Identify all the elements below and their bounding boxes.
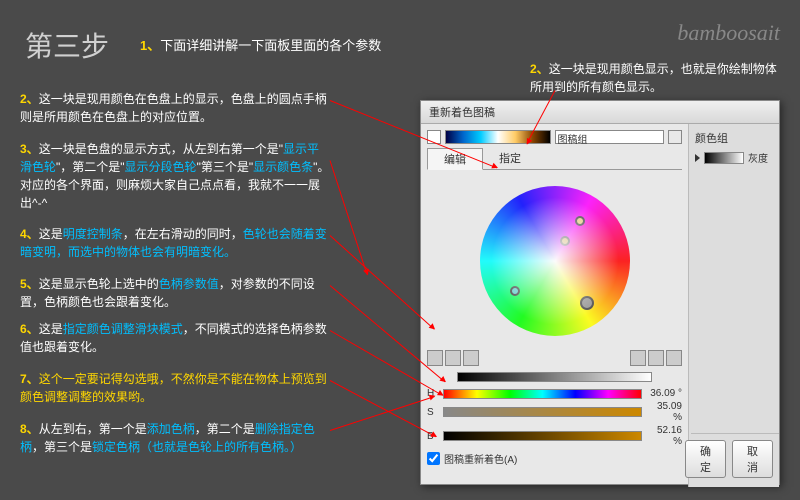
step-title: 第三步 — [25, 25, 109, 65]
preset-select[interactable]: 图稿组 — [555, 130, 665, 144]
color-handle[interactable] — [575, 216, 585, 226]
color-wheel[interactable] — [480, 186, 630, 336]
swatch-gradient — [704, 152, 744, 164]
dialog-buttons: 确定 取消 — [691, 433, 779, 484]
annotation-5: 5、这是显示色轮上选中的色柄参数值，对参数的不同设置，色柄颜色也会跟着变化。 — [20, 275, 330, 311]
lock-handle-icon[interactable] — [666, 350, 682, 366]
wheel-mode-icons — [427, 350, 682, 366]
segmented-wheel-icon[interactable] — [445, 350, 461, 366]
add-handle-icon[interactable] — [630, 350, 646, 366]
annotation-7: 7、这个一定要记得勾选哦，不然你是不能在物体上预览到颜色调整调整的效果哟。 — [20, 370, 330, 406]
hsb-controls: H36.09 ° S35.09 % B52.16 % — [427, 388, 682, 447]
sat-slider[interactable] — [443, 407, 642, 417]
watermark: bamboosait — [677, 20, 780, 46]
color-wheel-area[interactable] — [427, 176, 682, 346]
annotation-2: 2、这一块是现用颜色在色盘上的显示，色盘上的圆点手柄则是所用颜色在色盘上的对应位… — [20, 90, 330, 126]
annotation-6: 6、这是指定颜色调整滑块模式，不同模式的选择色柄参数值也跟着变化。 — [20, 320, 330, 356]
dialog-title: 重新着色图稿 — [421, 101, 779, 124]
tabs: 编辑 指定 — [427, 148, 682, 170]
color-group-title: 颜色组 — [695, 130, 773, 146]
smooth-wheel-icon[interactable] — [427, 350, 443, 366]
brightness-slider[interactable] — [457, 372, 652, 382]
folder-icon[interactable] — [668, 130, 682, 144]
remove-handle-icon[interactable] — [648, 350, 664, 366]
color-bars-icon[interactable] — [463, 350, 479, 366]
swatch-row[interactable]: 灰度 — [695, 150, 773, 165]
ok-button[interactable]: 确定 — [685, 440, 726, 478]
current-colors-bar[interactable] — [445, 130, 551, 144]
annotation-3: 3、这一块是色盘的显示方式，从左到右第一个是"显示平滑色轮"，第二个是"显示分段… — [20, 140, 330, 212]
annotation-8: 8、从左到右，第一个是添加色柄，第二个是删除指定色柄，第三个是锁定色柄（也就是色… — [20, 420, 330, 456]
recolor-checkbox[interactable] — [427, 452, 440, 465]
hue-slider[interactable] — [443, 389, 642, 399]
color-handle[interactable] — [510, 286, 520, 296]
cancel-button[interactable]: 取消 — [732, 440, 773, 478]
annotation-top: 2、这一块是现用颜色显示，也就是你绘制物体所用到的所有颜色显示。 — [530, 60, 780, 96]
color-handle[interactable] — [560, 236, 570, 246]
dialog-left-panel: 图稿组 编辑 指定 — [421, 124, 689, 487]
annotation-4: 4、这是明度控制条，在左右滑动的同时，色轮也会随着变暗变明，而选中的物体也会有明… — [20, 225, 330, 261]
intro-text: 1、下面详细讲解一下面板里面的各个参数 — [140, 35, 381, 54]
expand-icon[interactable] — [695, 154, 700, 162]
recolor-checkbox-row[interactable]: 图稿重新着色(A) — [427, 451, 682, 466]
color-handle-main[interactable] — [580, 296, 594, 310]
bri-slider[interactable] — [443, 431, 642, 441]
